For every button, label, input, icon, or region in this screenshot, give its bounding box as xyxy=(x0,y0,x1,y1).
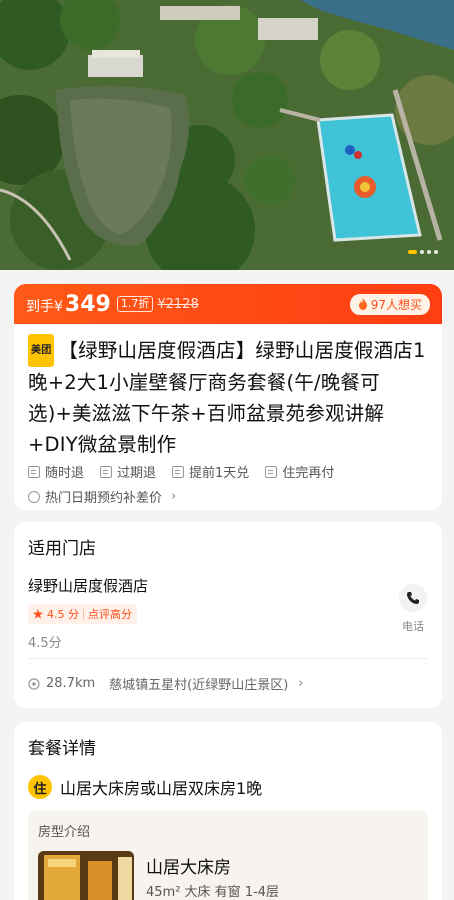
room-type-label: 房型介绍 xyxy=(38,825,91,840)
document-icon xyxy=(28,465,40,478)
discount-tag: 1.7折 xyxy=(116,296,154,312)
phone-label: 电话 xyxy=(402,620,424,633)
want-count-text: 97人想买 xyxy=(370,297,422,312)
product-title-text: 【绿野山居度假酒店】绿野山居度假酒店1晚+2大1小崖壁餐厅商务套餐(午/晚餐可选… xyxy=(28,339,426,456)
resort-aerial-photo xyxy=(0,0,454,270)
hero-image[interactable] xyxy=(0,0,454,270)
original-price: ¥2128 xyxy=(157,296,199,312)
package-section-title: 套餐详情 xyxy=(28,739,96,759)
star-icon xyxy=(33,609,43,619)
flame-icon xyxy=(358,298,367,310)
store-name[interactable]: 绿野山居度假酒店 xyxy=(28,575,428,596)
score-text: 4.5分 xyxy=(28,636,62,651)
policy-tag: 住完再付 xyxy=(265,462,334,481)
surcharge-notice-text: 热门日期预约补差价 xyxy=(45,491,163,506)
store-section-title: 适用门店 xyxy=(28,539,96,559)
carousel-dot[interactable] xyxy=(420,250,424,254)
rating-tag: 点评高分 xyxy=(88,608,132,621)
policy-tag-label: 住完再付 xyxy=(282,466,335,481)
surcharge-notice[interactable]: 热门日期预约补差价 › xyxy=(28,487,428,506)
product-title: 美团 【绿野山居度假酒店】绿野山居度假酒店1晚+2大1小崖壁餐厅商务套餐(午/晚餐… xyxy=(28,334,428,458)
checkbox-icon xyxy=(172,465,185,478)
phone-button[interactable]: 电话 xyxy=(398,584,428,634)
phone-icon xyxy=(407,592,419,604)
policy-tag: 过期退 xyxy=(100,462,156,481)
policy-tags: 随时退 过期退 提前1天兑 住完再付 xyxy=(28,462,428,481)
store-address: 慈城镇五星村(近绿野山庄景区) xyxy=(109,678,289,693)
room-name: 山居大床房 xyxy=(146,858,231,878)
info-circle-icon xyxy=(28,490,40,503)
rating-divider xyxy=(83,609,84,619)
location-pin-icon xyxy=(28,677,40,690)
divider xyxy=(28,658,428,659)
phone-circle[interactable] xyxy=(399,584,427,612)
room-photo xyxy=(38,851,134,900)
carousel-dot[interactable] xyxy=(434,250,438,254)
want-count-badge: 97人想买 xyxy=(349,293,430,315)
stay-row: 住 山居大床房或山居双床房1晚 xyxy=(28,775,428,799)
policy-tag-label: 过期退 xyxy=(117,466,157,481)
brand-badge: 美团 xyxy=(28,334,55,367)
address-row[interactable]: 28.7km 慈城镇五星村(近绿野山庄景区) › xyxy=(28,674,428,693)
stay-text: 山居大床房或山居双床房1晚 xyxy=(60,779,263,798)
document-icon xyxy=(100,465,113,478)
carousel-indicator[interactable] xyxy=(408,250,438,254)
carousel-dot[interactable] xyxy=(408,250,417,254)
room-info: 45m² 大床 有窗 1-4层 xyxy=(146,885,280,900)
rating-value: 4.5 分 xyxy=(47,608,79,621)
policy-tag-label: 随时退 xyxy=(45,466,85,481)
price-prefix: 到手¥ xyxy=(26,299,63,315)
chevron-right-icon: › xyxy=(171,489,177,504)
policy-tag-label: 提前1天兑 xyxy=(189,466,250,481)
store-distance: 28.7km xyxy=(46,676,96,691)
carousel-dot[interactable] xyxy=(427,250,431,254)
checkbox-icon xyxy=(265,465,278,478)
rating-badge: 4.5 分 点评高分 xyxy=(28,604,137,624)
price-value: 349 xyxy=(64,291,111,317)
price-banner: 到手¥ 349 1.7折 ¥2128 97人想买 xyxy=(14,284,442,324)
store-card: 适用门店 绿野山居度假酒店 4.5 分 点评高分 4.5分 电话 28.7km … xyxy=(14,522,442,708)
room-thumbnail[interactable] xyxy=(38,851,134,900)
chevron-right-icon: › xyxy=(298,676,304,691)
room-type-box[interactable]: 房型介绍 山居大床房 45m² 大床 有窗 1-4层 xyxy=(28,811,428,900)
package-card: 套餐详情 住 山居大床房或山居双床房1晚 房型介绍 山居大床房 45m² 大床 … xyxy=(14,722,442,900)
product-card: 美团 【绿野山居度假酒店】绿野山居度假酒店1晚+2大1小崖壁餐厅商务套餐(午/晚餐… xyxy=(14,324,442,510)
policy-tag: 随时退 xyxy=(28,462,84,481)
policy-tag: 提前1天兑 xyxy=(172,462,249,481)
stay-badge: 住 xyxy=(28,775,52,799)
